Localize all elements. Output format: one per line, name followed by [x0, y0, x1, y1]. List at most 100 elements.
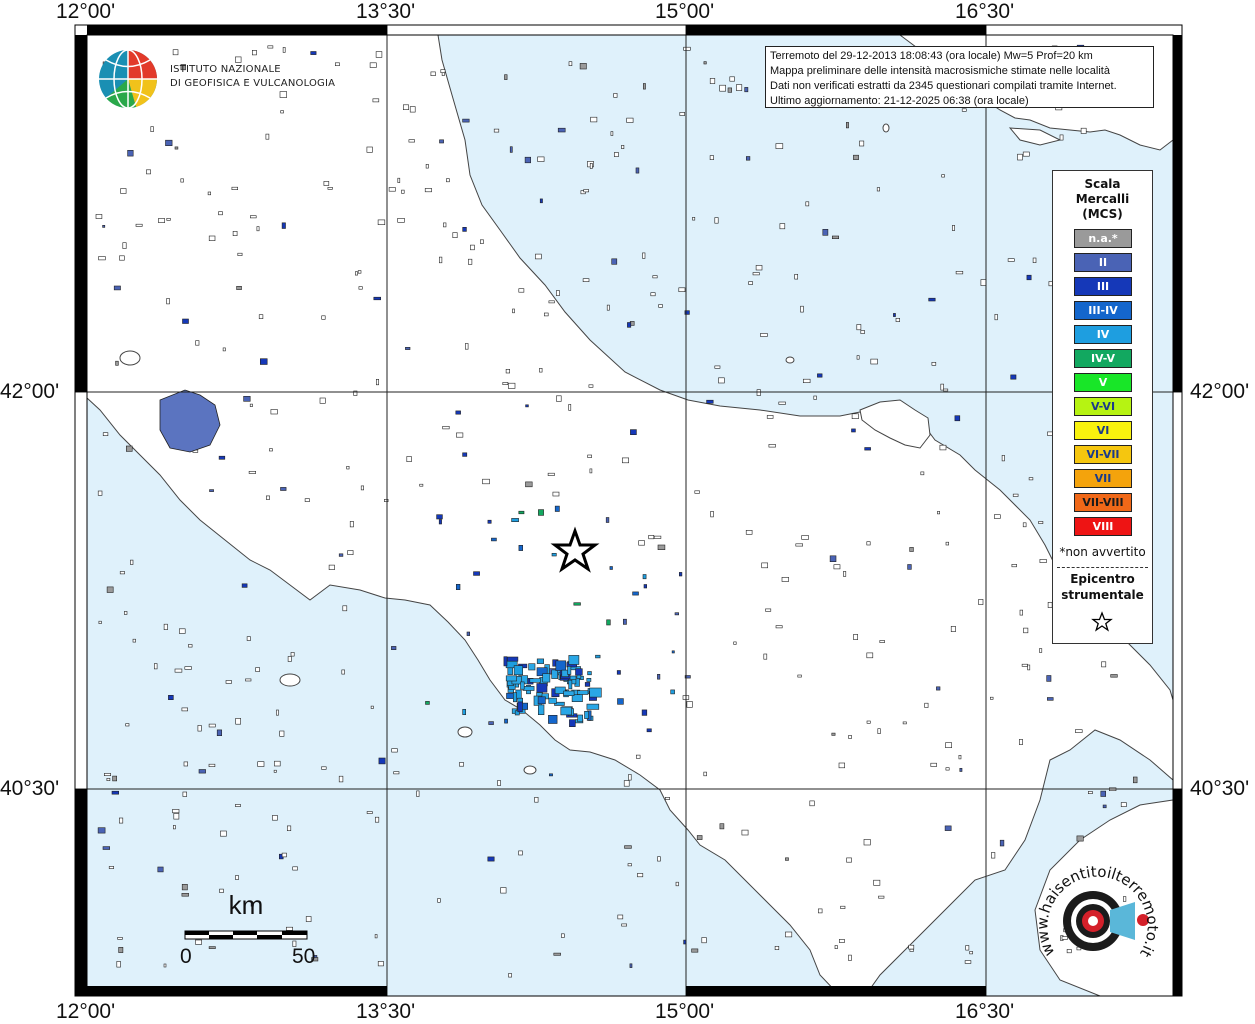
municipality-patch	[548, 714, 558, 724]
municipality-patch	[512, 692, 517, 703]
land-island	[279, 673, 301, 687]
municipality-patch	[626, 117, 634, 123]
municipality-patch	[455, 410, 461, 415]
lat-label: 40°30'	[1190, 777, 1250, 800]
municipality-patch	[173, 813, 180, 820]
municipality-patch	[542, 673, 551, 683]
municipality-patch	[586, 703, 600, 710]
municipality-patch	[809, 800, 815, 807]
municipality-patch	[456, 432, 464, 438]
municipality-patch	[831, 235, 839, 240]
municipality-patch	[537, 696, 546, 705]
municipality-patch	[589, 468, 593, 474]
municipality-patch	[829, 555, 837, 562]
municipality-patch	[843, 571, 847, 577]
municipality-patch	[537, 156, 545, 162]
municipality-patch	[183, 761, 189, 767]
info-line: Ultimo aggiornamento: 21-12-2025 06:38 (…	[770, 95, 1029, 107]
epicenter-star-icon	[1091, 611, 1113, 632]
municipality-patch	[292, 866, 298, 871]
municipality-patch	[553, 952, 561, 956]
municipality-patch	[357, 270, 362, 274]
municipality-patch	[638, 540, 645, 546]
info-line: Terremoto del 29-12-2013 18:08:43 (ora l…	[770, 50, 1093, 62]
municipality-patch	[834, 945, 838, 950]
mcs-legend: Scala Mercalli (MCS) n.a.* II III III-IV IV I…	[1052, 170, 1153, 644]
municipality-patch	[851, 413, 859, 419]
municipality-patch	[838, 762, 845, 769]
municipality-patch	[504, 718, 508, 724]
municipality-patch	[1075, 729, 1083, 733]
municipality-patch	[401, 189, 405, 194]
municipality-patch	[511, 518, 519, 523]
municipality-patch	[372, 98, 380, 103]
legend-item: VI	[1074, 421, 1132, 440]
municipality-patch	[391, 646, 397, 651]
municipality-patch	[1022, 522, 1027, 528]
municipality-patch	[840, 905, 846, 909]
event-info-box: Terremoto del 29-12-2013 18:08:43 (ora l…	[765, 46, 1154, 108]
municipality-patch	[657, 544, 666, 550]
municipality-patch	[182, 791, 187, 797]
municipality-patch	[1080, 127, 1087, 134]
municipality-patch	[130, 559, 134, 565]
municipality-patch	[287, 656, 292, 662]
municipality-patch	[845, 122, 849, 129]
municipality-patch	[1026, 274, 1032, 281]
municipality-patch	[878, 895, 885, 899]
municipality-patch	[628, 774, 632, 781]
municipality-patch	[959, 767, 963, 772]
municipality-patch	[1039, 648, 1043, 653]
municipality-patch	[280, 487, 287, 491]
municipality-patch	[280, 110, 284, 114]
municipality-patch	[1028, 477, 1034, 481]
municipality-patch	[111, 790, 119, 795]
municipality-patch	[794, 273, 799, 280]
municipality-patch	[119, 817, 124, 824]
municipality-patch	[1019, 609, 1024, 616]
scale-bar: km 0 50	[170, 890, 330, 970]
municipality-patch	[208, 235, 216, 241]
municipality-patch	[102, 846, 110, 850]
municipality-patch	[286, 825, 292, 832]
municipality-patch	[635, 754, 641, 759]
municipality-patch	[879, 640, 885, 643]
municipality-patch	[785, 857, 789, 861]
municipality-patch	[1038, 521, 1044, 524]
municipality-patch	[703, 771, 707, 777]
municipality-patch	[642, 252, 646, 259]
municipality-patch	[870, 358, 878, 365]
municipality-patch	[848, 735, 853, 739]
municipality-patch	[795, 543, 803, 547]
municipality-patch	[696, 835, 703, 840]
land-island	[457, 726, 473, 738]
municipality-patch	[760, 333, 768, 337]
municipality-patch	[779, 223, 786, 230]
municipality-patch	[822, 229, 829, 236]
municipality-patch	[670, 689, 675, 695]
legend-item: V	[1074, 373, 1132, 392]
municipality-patch	[652, 275, 658, 279]
municipality-patch	[805, 201, 810, 207]
municipality-patch	[135, 223, 143, 227]
municipality-patch	[945, 742, 952, 749]
municipality-patch	[797, 674, 802, 678]
municipality-patch	[419, 483, 424, 487]
municipality-patch	[1100, 790, 1107, 797]
municipality-patch	[181, 707, 188, 712]
municipality-patch	[208, 763, 216, 768]
municipality-patch	[775, 143, 784, 149]
municipality-patch	[978, 599, 984, 605]
land-island	[119, 350, 141, 366]
municipality-patch	[237, 252, 243, 256]
municipality-patch	[360, 485, 365, 491]
municipality-patch	[568, 655, 580, 665]
municipality-patch	[694, 490, 700, 494]
municipality-patch	[525, 481, 533, 488]
land-island	[785, 356, 795, 364]
municipality-patch	[718, 377, 725, 384]
municipality-patch	[846, 857, 852, 863]
municipality-patch	[518, 510, 525, 515]
municipality-patch	[1023, 627, 1029, 634]
municipality-patch	[678, 572, 683, 577]
